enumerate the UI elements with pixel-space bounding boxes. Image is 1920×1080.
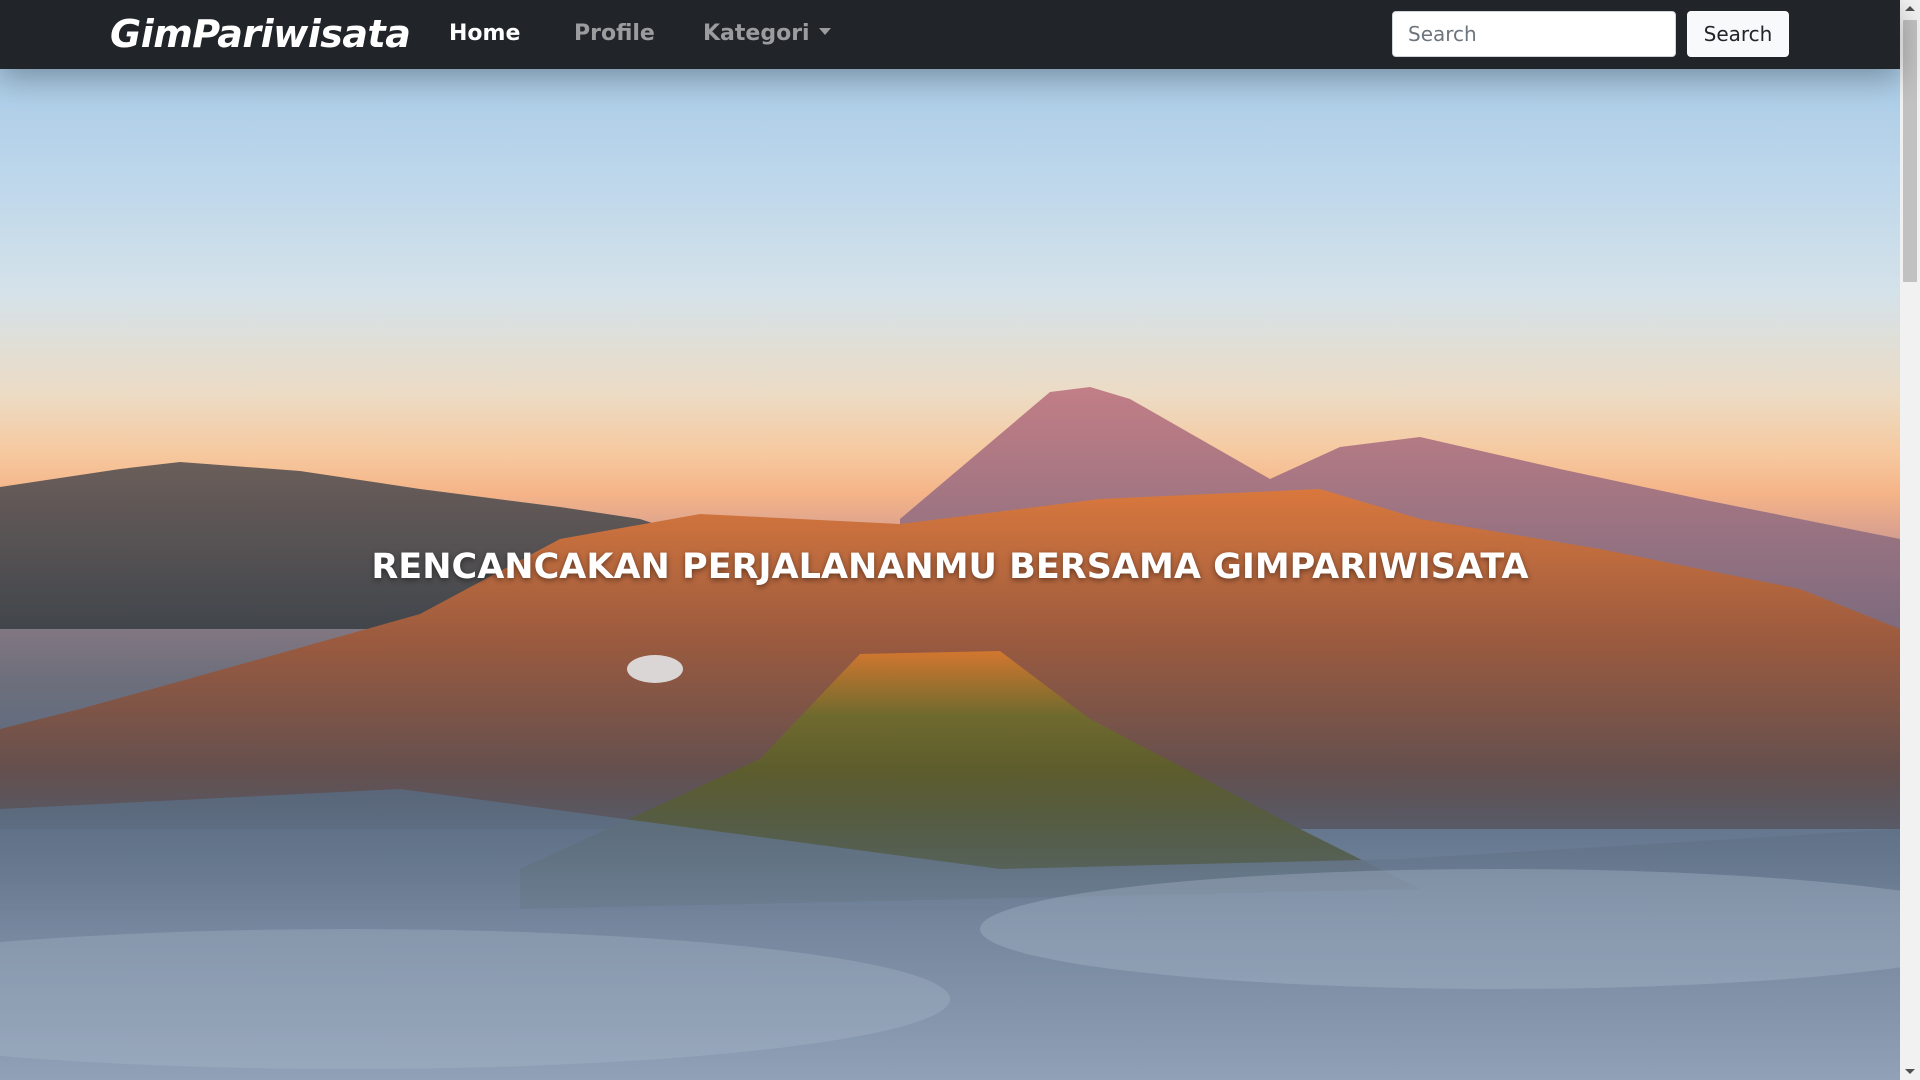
brand-logo[interactable]: GimPariwisata xyxy=(110,10,411,58)
search-button[interactable]: Search xyxy=(1687,11,1789,57)
scrollbar-thumb[interactable] xyxy=(1903,20,1917,282)
scroll-up-arrow-icon[interactable] xyxy=(1905,6,1915,11)
page-scrollbar[interactable] xyxy=(1900,0,1920,1080)
chevron-down-icon xyxy=(818,27,831,35)
nav-dropdown-kategori[interactable]: Kategori xyxy=(703,20,831,48)
scroll-down-arrow-icon[interactable] xyxy=(1905,1069,1915,1074)
nav-link-profile[interactable]: Profile xyxy=(574,20,655,48)
hero-title: RENCANCAKAN PERJALANANMU BERSAMA GIMPARI… xyxy=(371,547,1529,587)
nav-dropdown-kategori-label: Kategori xyxy=(703,21,810,46)
hero-section: RENCANCAKAN PERJALANANMU BERSAMA GIMPARI… xyxy=(0,69,1900,1080)
search-input[interactable] xyxy=(1392,11,1676,57)
nav-link-home[interactable]: Home xyxy=(449,20,520,48)
page: GimPariwisata Home Profile Kategori Sear… xyxy=(0,0,1920,1080)
navbar: GimPariwisata Home Profile Kategori Sear… xyxy=(0,0,1900,69)
